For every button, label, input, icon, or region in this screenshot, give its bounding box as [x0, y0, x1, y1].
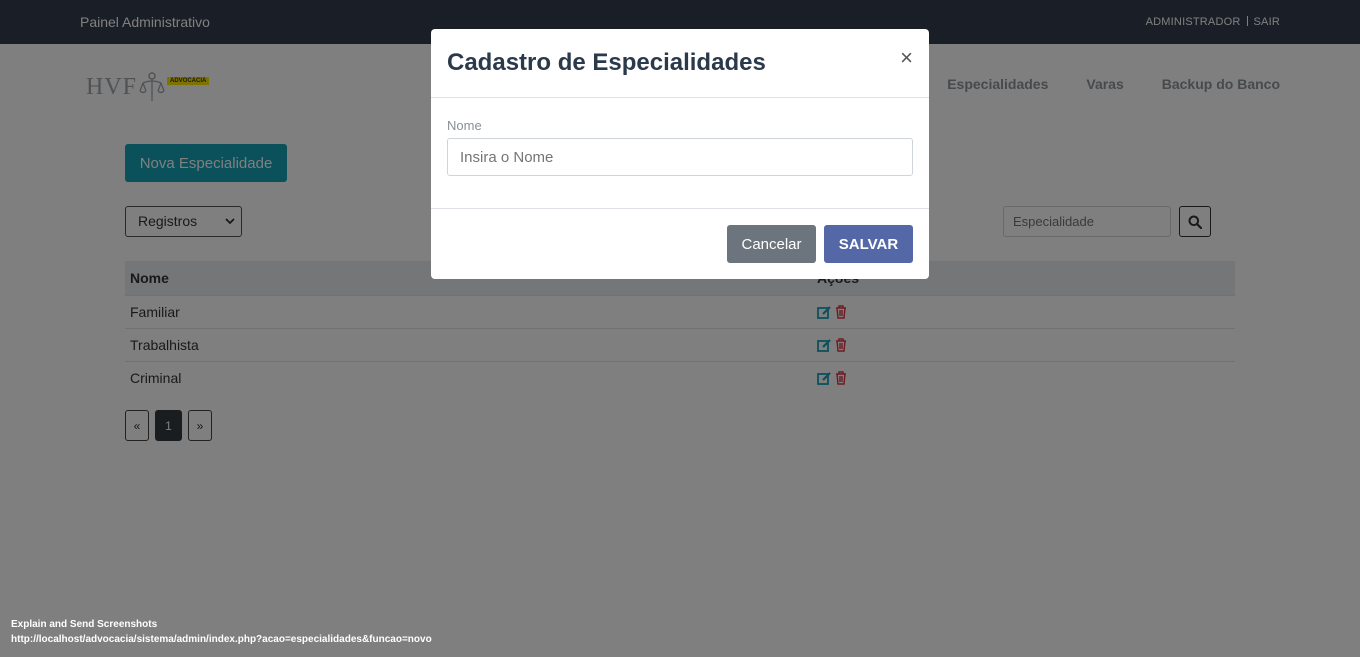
status-overlay-title: Explain and Send Screenshots	[11, 619, 158, 630]
status-overlay-url: http://localhost/advocacia/sistema/admin…	[11, 634, 432, 645]
modal-title: Cadastro de Especialidades	[447, 49, 766, 76]
modal-header: Cadastro de Especialidades ×	[431, 29, 929, 98]
modal-close-button[interactable]: ×	[900, 47, 913, 69]
nome-field-label: Nome	[447, 118, 482, 133]
modal-footer: Cancelar SALVAR	[431, 209, 929, 278]
cadastro-modal: Cadastro de Especialidades × Nome Cancel…	[431, 29, 929, 279]
nome-input[interactable]	[447, 138, 913, 176]
cancel-button[interactable]: Cancelar	[727, 225, 816, 263]
modal-body: Nome	[431, 98, 929, 209]
save-button[interactable]: SALVAR	[824, 225, 913, 263]
status-bar-overlay: Explain and Send Screenshots http://loca…	[11, 617, 432, 647]
